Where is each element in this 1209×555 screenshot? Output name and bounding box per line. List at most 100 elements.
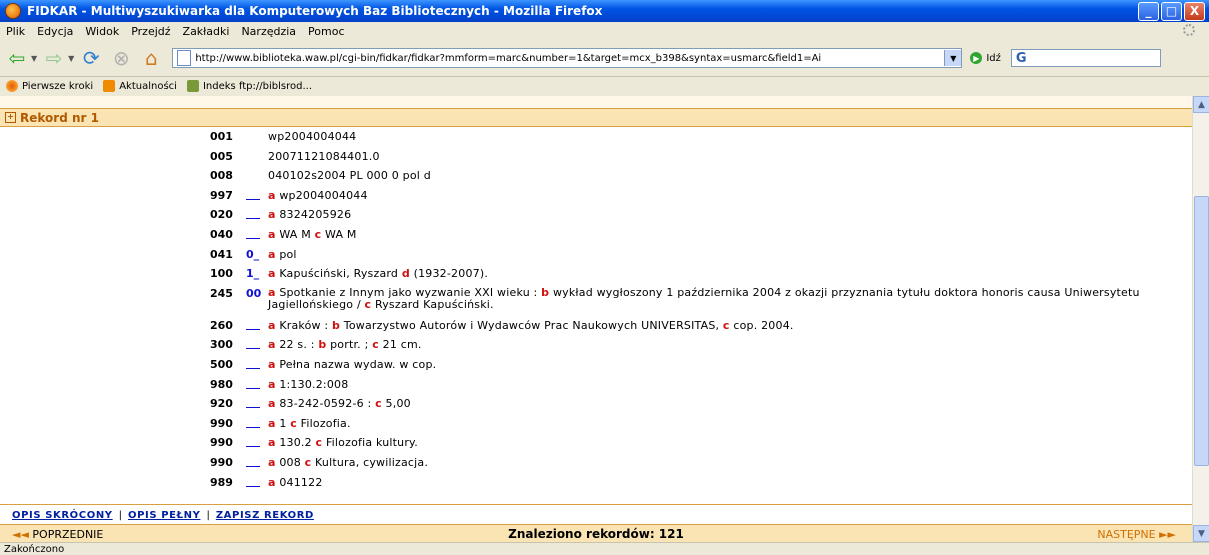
marc-indicator: 0_ — [246, 247, 260, 261]
subfield-code: a — [268, 377, 276, 391]
marc-indicator: __ — [246, 228, 260, 239]
marc-field-row: 005 20071121084401.0 — [210, 150, 1190, 170]
marc-value: a Kapuściński, Ryszard d (1932-2007). — [268, 267, 1190, 280]
menu-narzedzia[interactable]: Narzędzia — [241, 25, 296, 38]
menu-zakladki[interactable]: Zakładki — [183, 25, 230, 38]
full-description-link[interactable]: OPIS PEŁNY — [128, 510, 200, 521]
firefox-icon — [5, 3, 21, 19]
marc-value: a pol — [268, 248, 1190, 261]
marc-indicator: __ — [246, 397, 260, 409]
marc-value: a 1:130.2:008 — [268, 378, 1190, 391]
next-link[interactable]: NASTĘPNE ►► — [1097, 528, 1176, 541]
maximize-button[interactable]: □ — [1161, 1, 1182, 21]
subfield-code: a — [268, 416, 276, 430]
subfield-code: a — [268, 188, 276, 202]
marc-tag: 005 — [210, 149, 233, 163]
bookmark-label: Indeks ftp://biblsrod... — [202, 80, 312, 92]
subfield-code: a — [268, 267, 276, 281]
window-titlebar: FIDKAR - Multiwyszukiwarka dla Komputero… — [0, 0, 1209, 22]
marc-tag: 990 — [210, 455, 233, 469]
go-arrow-icon: ▶ — [970, 52, 983, 64]
menu-pomoc[interactable]: Pomoc — [308, 25, 344, 38]
back-dropdown-icon[interactable]: ▼ — [31, 54, 37, 63]
scroll-down-icon[interactable]: ▼ — [1193, 525, 1209, 542]
marc-tag: 100 — [210, 267, 233, 281]
menu-przejdz[interactable]: Przejdź — [131, 25, 170, 38]
marc-indicator: __ — [246, 189, 260, 200]
menu-bar: Plik Edycja Widok Przejdź Zakładki Narzę… — [0, 22, 1209, 40]
subfield-code: b — [332, 318, 341, 332]
forward-dropdown-icon[interactable]: ▼ — [68, 54, 74, 63]
subfield-text: 83-242-0592-6 : — [275, 397, 376, 411]
marc-value: a Kraków : b Towarzystwo Autorów i Wydaw… — [268, 319, 1190, 332]
scroll-thumb[interactable] — [1194, 196, 1209, 466]
expand-icon[interactable]: + — [5, 112, 16, 123]
marc-value: a 130.2 c Filozofia kultury. — [268, 436, 1190, 449]
subfield-text: portr. ; — [326, 338, 373, 352]
throbber-icon — [1183, 24, 1195, 36]
menu-edycja[interactable]: Edycja — [37, 25, 73, 38]
marc-indicator: __ — [246, 436, 260, 448]
link-separator: | — [206, 509, 210, 521]
minimize-button[interactable]: _ — [1138, 1, 1159, 21]
menu-widok[interactable]: Widok — [85, 25, 119, 38]
marc-value: a wp2004004044 — [268, 189, 1190, 202]
home-icon[interactable]: ⌂ — [138, 45, 164, 71]
record-header: + Rekord nr 1 — [0, 109, 1192, 127]
search-input[interactable]: G — [1010, 49, 1161, 67]
bookmark-pierwsze-kroki[interactable]: Pierwsze kroki — [6, 80, 93, 92]
marc-field-row: 041 0_ a pol — [210, 248, 1190, 268]
marc-field-row: 245 00 a Spotkanie z Innym jako wyzwanie X… — [210, 286, 1190, 319]
marc-field-row: 020 __ a 8324205926 — [210, 208, 1190, 228]
marc-field-row: 040 __ a WA M c WA M — [210, 228, 1190, 248]
marc-tag: 260 — [210, 318, 233, 332]
subfield-text: 041122 — [275, 475, 323, 489]
bookmark-aktualnosci[interactable]: Aktualności — [103, 80, 177, 92]
marc-tag: 300 — [210, 338, 233, 352]
forward-arrow-icon[interactable]: ⇨ — [41, 45, 67, 71]
subfield-code: c — [290, 416, 297, 430]
save-record-link[interactable]: ZAPISZ REKORD — [216, 510, 314, 521]
marc-field-row: 990 __ a 130.2 c Filozofia kultury. — [210, 436, 1190, 456]
link-separator: | — [118, 509, 123, 521]
marc-tag: 008 — [210, 169, 233, 183]
marc-indicator: 1_ — [246, 267, 260, 281]
marc-indicator: __ — [246, 208, 260, 220]
menu-plik[interactable]: Plik — [6, 25, 25, 38]
marc-tag: 989 — [210, 475, 233, 489]
subfield-text: WA M — [321, 227, 357, 241]
status-bar: Zakończono — [0, 542, 1209, 555]
address-bar[interactable]: http://www.biblioteka.waw.pl/cgi-bin/fid… — [172, 48, 963, 68]
back-arrow-icon[interactable]: ⇦ — [4, 45, 30, 71]
marc-field-row: 260 __ a Kraków : b Towarzystwo Autorów i … — [210, 319, 1190, 339]
rss-icon — [103, 80, 116, 92]
marc-indicator: __ — [246, 358, 260, 369]
marc-field-row: 920 __ a 83-242-0592-6 : c 5,00 — [210, 397, 1190, 417]
bookmarks-toolbar: Pierwsze kroki Aktualności Indeks ftp://… — [0, 77, 1209, 95]
url-dropdown-icon[interactable]: ▼ — [944, 50, 962, 66]
close-button[interactable]: X — [1184, 1, 1205, 21]
marc-value: a 041122 — [268, 476, 1190, 489]
reload-icon[interactable]: ⟳ — [78, 45, 104, 71]
subfield-code: c — [372, 338, 379, 352]
subfield-text: wp2004004044 — [275, 188, 368, 202]
subfield-text: 5,00 — [381, 397, 411, 411]
url-text[interactable]: http://www.biblioteka.waw.pl/cgi-bin/fid… — [195, 53, 944, 64]
subfield-code: a — [268, 357, 276, 371]
bookmark-indeks-ftp[interactable]: Indeks ftp://biblsrod... — [186, 80, 312, 92]
stop-icon[interactable]: ⊗ — [108, 45, 134, 71]
subfield-text: Kapuściński, Ryszard — [275, 267, 402, 281]
subfield-code: a — [268, 318, 276, 332]
vertical-scrollbar[interactable]: ▲ ▼ — [1192, 96, 1209, 542]
marc-tag: 990 — [210, 416, 233, 430]
scroll-up-icon[interactable]: ▲ — [1193, 96, 1209, 113]
marc-field-row: 989 __ a 041122 — [210, 476, 1190, 496]
go-button[interactable]: ▶ Idź — [970, 52, 1001, 64]
marc-tag: 500 — [210, 357, 233, 371]
subfield-text: 8324205926 — [275, 208, 352, 222]
short-description-link[interactable]: OPIS SKRÓCONY — [12, 510, 113, 521]
subfield-text: Filozofia kultury. — [322, 436, 418, 450]
marc-tag: 997 — [210, 188, 233, 202]
subfield-text: Towarzystwo Autorów i Wydawców Prac Nauk… — [340, 318, 723, 332]
pager-bar: ◄◄ POPRZEDNIE Znaleziono rekordów: 121 N… — [0, 524, 1192, 543]
